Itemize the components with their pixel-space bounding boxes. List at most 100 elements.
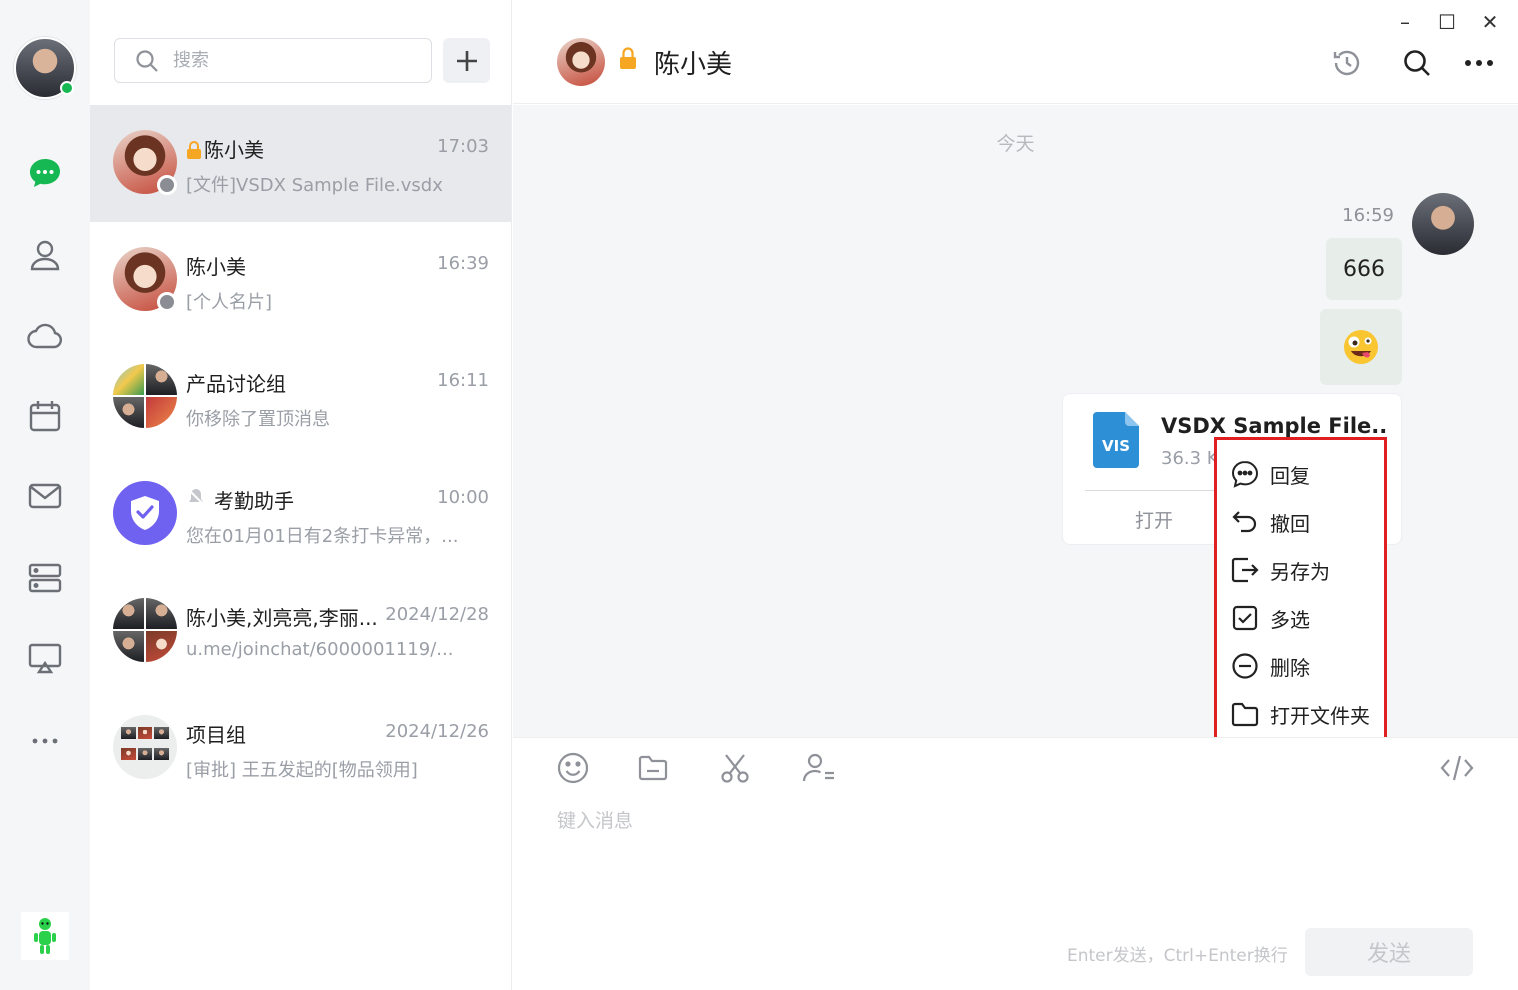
menu-item-label: 打开文件夹: [1270, 703, 1370, 728]
conversation-name: 考勤助手: [214, 489, 294, 513]
file-button[interactable]: [633, 748, 673, 788]
search-box[interactable]: [114, 38, 432, 83]
nav-contacts[interactable]: [20, 230, 70, 280]
menu-item-recall[interactable]: 撤回: [1230, 504, 1310, 540]
file-size: 36.3 K: [1161, 448, 1219, 469]
send-button[interactable]: 发送: [1305, 928, 1473, 976]
group-avatar: [113, 715, 177, 779]
menu-item-delete[interactable]: 删除: [1230, 648, 1310, 684]
reply-bubble-icon: [1231, 460, 1259, 488]
screenshot-button[interactable]: [715, 748, 755, 788]
offline-status-dot: [157, 292, 177, 312]
chat-search-button[interactable]: [1399, 45, 1435, 81]
menu-item-reply[interactable]: 回复: [1230, 456, 1310, 492]
mute-bell-icon: [186, 487, 206, 512]
conversation-item[interactable]: 项目组 2024/12/26 [审批] 王五发起的[物品领用]: [90, 690, 511, 807]
date-divider: 今天: [996, 133, 1035, 155]
menu-item-multi-select[interactable]: 多选: [1230, 600, 1310, 636]
nav-screen-share[interactable]: [20, 633, 70, 683]
conversation-name: 产品讨论组: [186, 372, 286, 396]
conversation-item[interactable]: 陈小美 16:39 [个人名片]: [90, 222, 511, 339]
contact-avatar[interactable]: [557, 38, 605, 86]
text-message-bubble[interactable]: 666: [1326, 238, 1402, 300]
menu-item-save-as[interactable]: 另存为: [1230, 552, 1330, 588]
save-export-icon: [1231, 557, 1259, 583]
zany-face-emoji-icon: [1344, 330, 1378, 364]
conversation-name: 陈小美: [186, 255, 246, 279]
menu-item-label: 撤回: [1270, 511, 1310, 536]
conversation-time: 2024/12/26: [385, 721, 489, 742]
my-avatar[interactable]: [14, 37, 76, 99]
nav-messages[interactable]: [20, 148, 70, 198]
nav-more[interactable]: [20, 716, 70, 766]
chat-title: 陈小美: [654, 50, 733, 80]
close-button[interactable]: ✕: [1476, 10, 1504, 34]
message-input[interactable]: [557, 804, 1457, 838]
mail-icon: [28, 483, 62, 509]
conversation-item[interactable]: 产品讨论组 16:11 你移除了置顶消息: [90, 339, 511, 456]
conversation-item[interactable]: 考勤助手 10:00 您在01月01日有2条打卡异常，...: [90, 456, 511, 573]
nav-cloud[interactable]: [20, 311, 70, 361]
conversation-item[interactable]: 陈小美 17:03 [文件]VSDX Sample File.vsdx: [90, 105, 511, 222]
sender-avatar[interactable]: [1412, 193, 1474, 255]
conversation-item[interactable]: 陈小美,刘亮亮,李丽... 2024/12/28 u.me/joinchat/6…: [90, 573, 511, 690]
emoji-message-bubble[interactable]: [1320, 309, 1402, 385]
file-name: VSDX Sample File....: [1161, 414, 1386, 438]
file-type-label: VIS: [1102, 437, 1130, 455]
open-file-link[interactable]: 打开: [1135, 506, 1173, 533]
chat-more-button[interactable]: [1461, 45, 1497, 81]
send-shortcut-hint: Enter发送，Ctrl+Enter换行: [1067, 946, 1288, 966]
folder-icon: [638, 755, 668, 781]
conversation-time: 17:03: [437, 136, 489, 157]
offline-status-dot: [157, 175, 177, 195]
online-status-dot: [60, 81, 74, 95]
clock-history-icon: [1333, 50, 1360, 76]
group-avatar: [113, 598, 177, 662]
conversation-name: 项目组: [186, 723, 246, 747]
conversation-name: 陈小美,刘亮亮,李丽...: [186, 606, 378, 630]
composer: Enter发送，Ctrl+Enter换行 发送: [513, 737, 1518, 990]
search-icon: [136, 49, 158, 72]
search-icon: [1404, 50, 1430, 76]
history-button[interactable]: [1329, 45, 1365, 81]
lock-icon: [186, 140, 202, 159]
server-icon: [28, 563, 62, 593]
conversation-time: 10:00: [437, 487, 489, 508]
smiley-icon: [557, 752, 589, 784]
nav-calendar[interactable]: [20, 391, 70, 441]
assistant-robot[interactable]: [21, 912, 69, 960]
share-contact-button[interactable]: [799, 748, 839, 788]
chat-bubble-icon: [30, 159, 60, 187]
code-button[interactable]: [1437, 748, 1477, 788]
menu-item-label: 删除: [1270, 655, 1310, 680]
add-button[interactable]: [443, 38, 490, 83]
search-input[interactable]: [173, 50, 403, 71]
minimize-button[interactable]: –: [1391, 10, 1419, 34]
menu-item-label: 回复: [1270, 463, 1310, 488]
nav-workbench[interactable]: [20, 553, 70, 603]
nav-mail[interactable]: [20, 471, 70, 521]
conversation-name: 陈小美: [204, 138, 264, 162]
folder-icon: [1231, 702, 1259, 727]
person-icon: [30, 240, 60, 271]
conversation-name-row: 考勤助手: [186, 485, 386, 514]
monitor-icon: [28, 643, 62, 674]
minus-circle-icon: [1232, 653, 1258, 679]
calendar-icon: [29, 401, 61, 432]
code-brackets-icon: [1440, 755, 1474, 781]
contact-card-icon: [802, 753, 834, 782]
emoji-button[interactable]: [553, 748, 593, 788]
more-dots-icon: [32, 738, 58, 744]
conversation-time: 16:11: [437, 370, 489, 391]
maximize-button[interactable]: ☐: [1433, 10, 1461, 34]
conversation-name-row: 陈小美: [186, 134, 386, 163]
message-time: 16:59: [1342, 205, 1394, 226]
conversation-list: 陈小美 17:03 [文件]VSDX Sample File.vsdx 陈小美 …: [90, 0, 512, 990]
more-dots-icon: [1465, 60, 1493, 66]
menu-item-open-folder[interactable]: 打开文件夹: [1230, 696, 1370, 732]
conversation-preview: [文件]VSDX Sample File.vsdx: [186, 175, 443, 196]
undo-icon: [1232, 511, 1257, 533]
plus-icon: [456, 50, 477, 71]
conversation-preview: 您在01月01日有2条打卡异常，...: [186, 526, 459, 547]
robot-icon: [34, 918, 56, 954]
